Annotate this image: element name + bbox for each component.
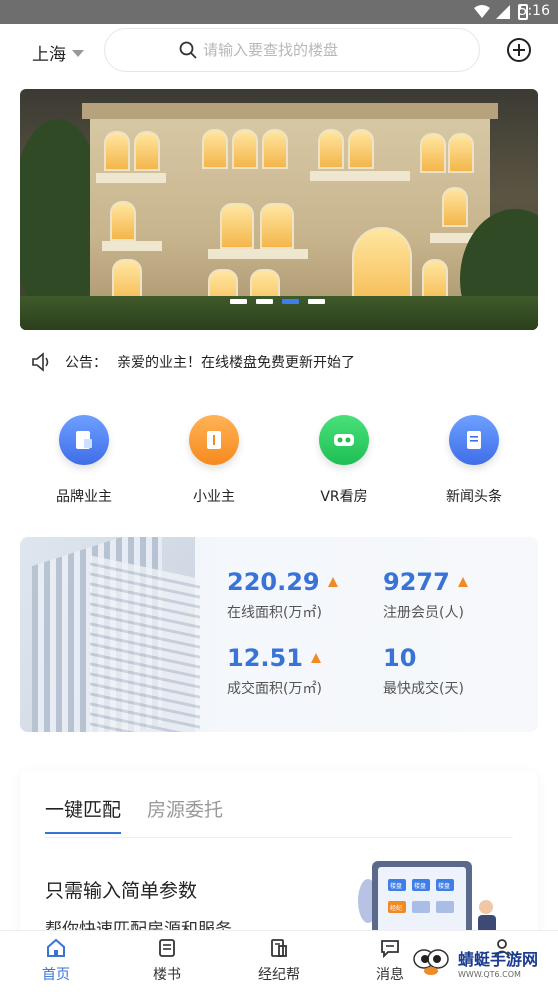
add-circle-icon[interactable] [506,37,532,63]
illustration-tile-label: 经纪 [390,904,402,912]
caret-down-icon [72,50,84,57]
trend-up-icon [310,653,321,663]
watermark-text: 蜻蜓手游网 [458,950,539,969]
stat-label: 成交面积(万㎡) [227,681,322,697]
city-label: 上海 [32,45,66,65]
clock: 5:16 [518,3,550,19]
stat-online-area: 220.29 在线面积(万㎡) [227,568,338,622]
stat-members: 9277 注册会员(人) [383,568,468,622]
nav-book[interactable]: 楼书 [127,938,207,984]
stat-value: 220.29 [227,568,320,596]
nav-label: 经纪帮 [258,967,300,983]
carousel-dot[interactable] [256,299,273,304]
carousel-indicators [230,299,325,304]
header: 上海 [0,24,558,80]
quick-item-brand-owner[interactable]: 品牌业主 [34,413,134,506]
news-icon [449,415,499,465]
city-selector[interactable]: 上海 [32,40,84,65]
carousel-dot[interactable] [308,299,325,304]
announcement-bar[interactable]: 公告： 亲爱的业主！在线楼盘免费更新开始了 [20,341,538,383]
quick-item-vr[interactable]: VR看房 [294,413,394,506]
search-bar[interactable] [104,28,480,72]
speaker-icon [32,352,49,372]
search-input[interactable] [203,41,463,59]
tab-one-click-match[interactable]: 一键匹配 [45,795,122,834]
announcement-text: 亲爱的业主！在线楼盘免费更新开始了 [117,355,355,371]
quick-item-news[interactable]: 新闻头条 [424,413,524,506]
quick-item-label: VR看房 [320,489,368,505]
status-bar: 5:16 [0,0,558,24]
small-owner-icon [189,415,239,465]
quick-item-label: 新闻头条 [446,489,502,505]
dragonfly-logo-icon [413,948,449,975]
watermark-url: WWW.QT6.COM [458,970,521,979]
stat-value: 12.51 [227,644,303,672]
nav-label: 首页 [42,967,70,983]
nav-label: 楼书 [153,967,181,983]
nav-broker[interactable]: 经纪帮 [239,938,319,984]
announcement-label: 公告： [65,355,107,371]
home-icon [47,938,65,957]
stat-label: 在线面积(万㎡) [227,605,322,621]
watermark: 蜻蜓手游网 WWW.QT6.COM [412,946,538,979]
broker-icon [271,939,287,957]
illustration-tile-label: 楼盘 [438,882,450,890]
wifi-icon [474,5,490,18]
stat-value: 9277 [383,568,450,596]
trend-up-icon [457,577,468,587]
signal-icon [496,5,510,19]
tab-listing-entrust[interactable]: 房源委托 [147,795,223,834]
stat-fastest-deal: 10 最快成交(天) [383,644,464,698]
trend-up-icon [327,577,338,587]
villa-image [82,103,498,324]
quick-item-label: 品牌业主 [56,489,112,505]
quick-menu: 品牌业主 小业主 VR看房 新闻头条 [0,413,558,513]
quick-item-small-owner[interactable]: 小业主 [164,413,264,506]
illustration-tile-label: 楼盘 [414,882,426,890]
stat-label: 注册会员(人) [383,605,464,621]
match-tabs: 一键匹配 房源委托 [45,795,223,834]
carousel-dot[interactable] [230,299,247,304]
vr-icon [319,415,369,465]
illustration-tile-label: 楼盘 [390,882,402,890]
stat-deal-area: 12.51 成交面积(万㎡) [227,644,322,698]
tab-divider [45,837,513,838]
nav-home[interactable]: 首页 [16,938,96,984]
message-icon [381,940,399,958]
nav-label: 消息 [376,967,404,983]
quick-item-label: 小业主 [193,489,235,505]
banner-carousel[interactable] [20,89,538,330]
stat-value: 10 [383,644,417,672]
stats-card: 220.29 在线面积(万㎡) 9277 注册会员(人) 12.51 成交面积(… [20,537,538,732]
building-image [20,537,200,732]
stat-label: 最快成交(天) [383,681,464,697]
carousel-dot-active[interactable] [282,299,299,304]
book-icon [159,939,175,957]
match-heading: 只需输入简单参数 [45,880,198,902]
search-icon [179,41,197,59]
brand-owner-icon [59,415,109,465]
